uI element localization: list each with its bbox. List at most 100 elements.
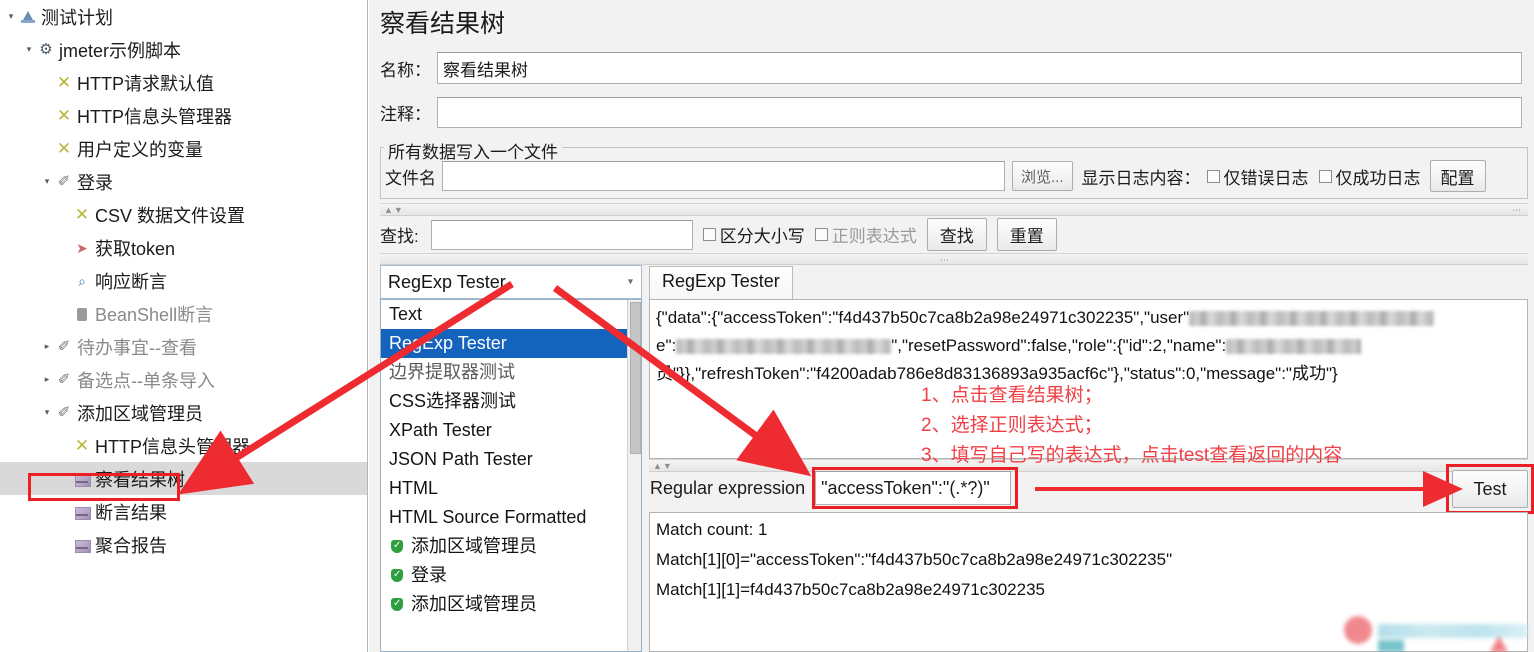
tree-item-14[interactable]: ✕ HTTP信息头管理器 [0,429,367,462]
tree-item-11[interactable]: ✐ 待办事宜--查看 [0,330,367,363]
filename-input[interactable] [442,161,1005,191]
dropdown-scrollbar[interactable] [627,300,641,651]
chevron-down-icon[interactable] [22,45,36,54]
tree-item-16[interactable]: 断言结果 [0,495,367,528]
match-lines: Match count: 1 Match[1][0]="accessToken":… [656,515,1521,605]
dropdown-option-9[interactable]: 添加区域管理员 [381,532,641,561]
dropdown-option-label: RegExp Tester [389,333,507,353]
chevron-down-icon[interactable] [4,12,18,21]
tree-item-7[interactable]: ✕ CSV 数据文件设置 [0,198,367,231]
splitter-middle[interactable]: ⋯ [380,253,1528,265]
listener-icon [72,536,92,554]
tree-item-label: HTTP信息头管理器 [95,436,250,457]
chevron-right-icon[interactable] [40,342,54,351]
dropdown-option-label: 登录 [411,565,447,585]
splitter-top[interactable]: ▲▼ ⋯ [380,203,1528,216]
view-results-tree-panel: 察看结果树 名称： 注释： 所有数据写入一个文件 文件名 浏览... 显示日志内… [369,0,1534,652]
tree-item-8[interactable]: ➤ 获取token [0,231,367,264]
config-element-icon: ✕ [56,105,72,125]
chevron-down-icon[interactable] [40,177,54,186]
checkbox-box-icon [814,228,828,241]
dropdown-scrollbar-thumb[interactable] [630,302,641,454]
only-errors-checkbox[interactable]: 仅错误日志 [1206,164,1309,189]
comment-input[interactable] [437,97,1522,128]
search-row: 查找: 区分大小写 正则表达式 查找 重置 [380,218,1057,251]
test-button[interactable]: Test [1452,470,1528,508]
thread-group-icon: ⚙ [39,40,53,58]
renderer-combo[interactable]: RegExp Tester ▾ [380,265,642,299]
tree-item-1[interactable]: 测试计划 [0,0,367,33]
config-element-icon: ✕ [74,435,90,455]
find-button[interactable]: 查找 [926,218,987,251]
chevron-down-icon[interactable] [40,408,54,417]
search-input[interactable] [430,219,693,250]
annotation-step-3: 3、填写自己写的表达式，点击test查看返回的内容 [921,445,1343,466]
dropdown-option-8[interactable]: HTML Source Formatted [381,503,641,532]
redacted-text [1226,339,1362,354]
filename-row: 文件名 浏览... 显示日志内容： 仅错误日志 仅成功日志 配置 [385,160,1486,192]
redacted-text [676,339,892,354]
renderer-dropdown-list[interactable]: Text RegExp Tester 边界提取器测试 CSS选择器测试 XPath Te… [380,299,642,652]
configure-button[interactable]: 配置 [1429,160,1486,192]
dropdown-option-3[interactable]: 边界提取器测试 [381,358,641,387]
splitter-grip-left: ▲▼ [653,461,673,471]
tree-item-10[interactable]: BeanShell断言 [0,297,367,330]
response-line-2-prefix: e": [656,336,677,355]
tree-item-5[interactable]: ✕ 用户定义的变量 [0,132,367,165]
case-sensitive-checkbox[interactable]: 区分大小写 [702,222,805,247]
dropdown-option-label: 添加区域管理员 [411,536,537,556]
tree-item-3[interactable]: ✕ HTTP请求默认值 [0,66,367,99]
dropdown-option-11[interactable]: 添加区域管理员 [381,590,641,619]
name-input[interactable] [437,52,1522,84]
only-success-checkbox[interactable]: 仅成功日志 [1318,164,1421,189]
browse-button[interactable]: 浏览... [1012,161,1073,191]
search-label: 查找: [380,227,419,246]
only-success-label: 仅成功日志 [1335,168,1421,188]
dropdown-option-2[interactable]: RegExp Tester [381,329,641,358]
tree-item-label: 测试计划 [41,7,113,28]
dropdown-option-label: JSON Path Tester [389,449,533,469]
match-line-1: Match count: 1 [656,520,768,539]
annotation-step-1: 1、点击查看结果树； [921,385,1103,406]
tree-item-15[interactable]: 察看结果树 [0,462,367,495]
regex-row: Regular expression [650,471,1012,505]
regexp-checkbox[interactable]: 正则表达式 [814,222,917,247]
test-plan-tree[interactable]: 测试计划⚙jmeter示例脚本✕HTTP请求默认值✕HTTP信息头管理器✕用户定… [0,0,368,652]
tree-item-4[interactable]: ✕ HTTP信息头管理器 [0,99,367,132]
transaction-controller-icon: ✐ [57,337,71,355]
dropdown-option-label: 边界提取器测试 [389,362,515,382]
tree-item-2[interactable]: ⚙ jmeter示例脚本 [0,33,367,66]
tree-item-label: 添加区域管理员 [77,403,203,424]
regex-input[interactable] [815,471,1012,505]
tree-item-label: HTTP请求默认值 [77,73,214,94]
splitter-grip-right: ⋯ [1512,205,1522,215]
dropdown-option-label: 添加区域管理员 [411,594,537,614]
dropdown-option-label: Text [389,304,423,324]
regex-label: Regular expression [650,477,806,498]
dropdown-option-4[interactable]: CSS选择器测试 [381,387,641,416]
chevron-right-icon[interactable] [40,375,54,384]
site-watermark [1344,612,1534,652]
case-sensitive-label: 区分大小写 [719,227,805,246]
tree-item-label: BeanShell断言 [95,304,214,325]
renderer-tab-strip: RegExp Tester [649,265,1528,299]
tree-item-6[interactable]: ✐ 登录 [0,165,367,198]
dropdown-option-1[interactable]: Text [381,300,641,329]
log-display-label: 显示日志内容： [1081,168,1201,188]
comment-row: 注释： [380,97,1522,128]
dropdown-option-10[interactable]: 登录 [381,561,641,590]
reset-button[interactable]: 重置 [996,218,1057,251]
tree-item-12[interactable]: ✐ 备选点--单条导入 [0,363,367,396]
tab-regexp-tester[interactable]: RegExp Tester [649,266,793,299]
dropdown-option-5[interactable]: XPath Tester [381,416,641,445]
shield-check-icon [389,567,405,584]
dropdown-option-label: XPath Tester [389,420,492,440]
tree-item-13[interactable]: ✐ 添加区域管理员 [0,396,367,429]
dropdown-option-7[interactable]: HTML [381,474,641,503]
tree-item-label: 备选点--单条导入 [77,370,215,391]
dropdown-option-6[interactable]: JSON Path Tester [381,445,641,474]
regexp-label: 正则表达式 [831,227,917,246]
tree-item-9[interactable]: ⌕ 响应断言 [0,264,367,297]
tree-item-17[interactable]: 聚合报告 [0,528,367,561]
dropdown-option-label: CSS选择器测试 [389,391,517,411]
